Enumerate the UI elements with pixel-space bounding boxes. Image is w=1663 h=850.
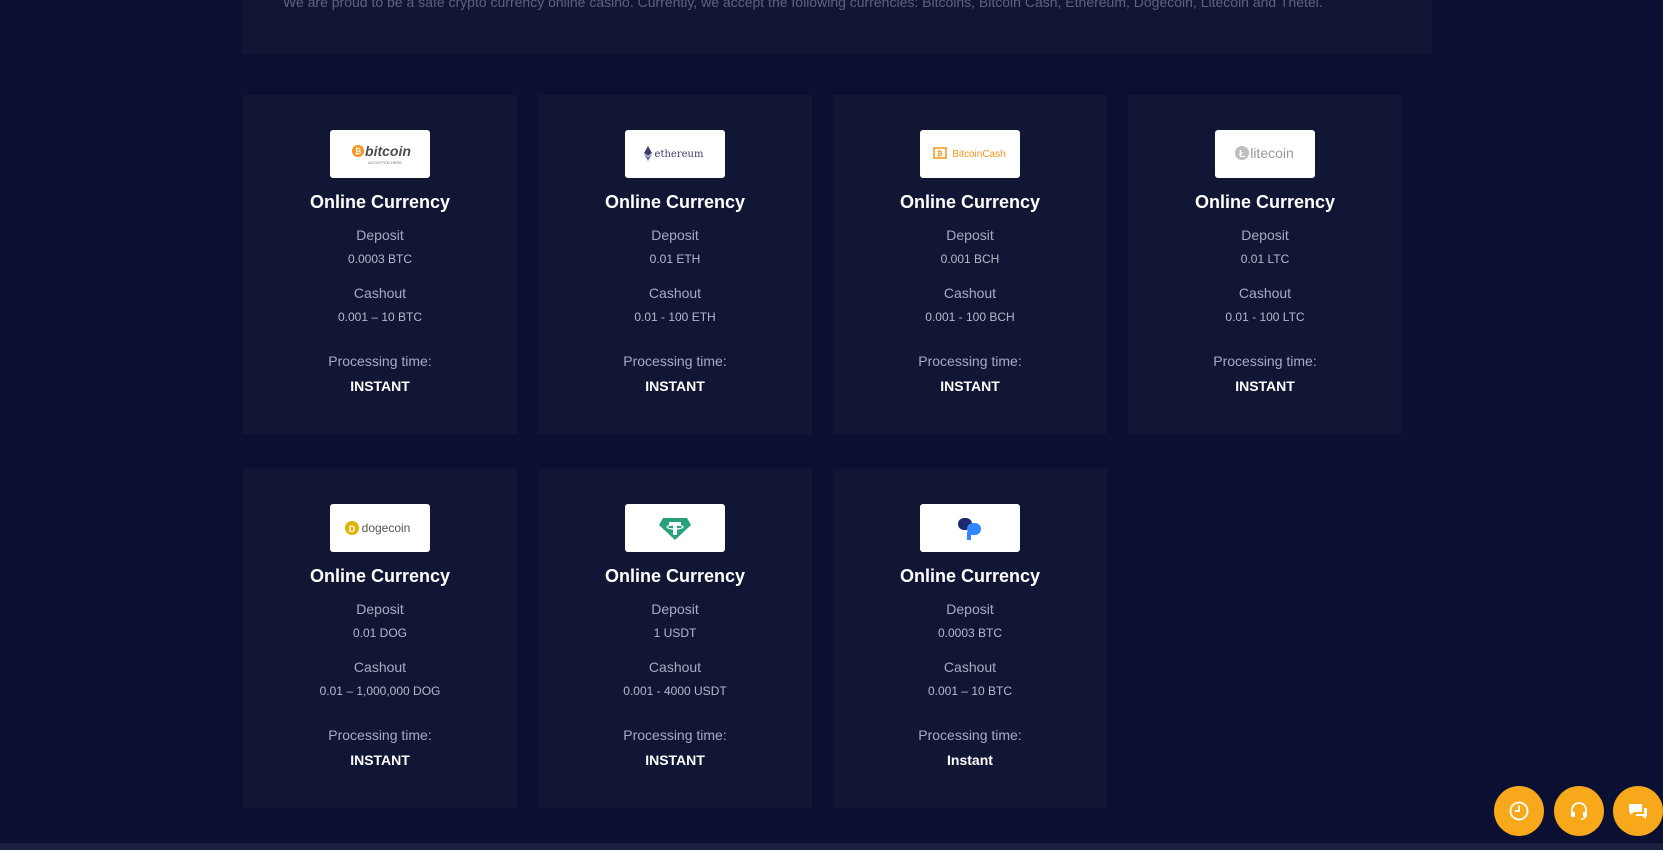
deposit-label: Deposit: [1241, 227, 1289, 243]
processing-time-value: INSTANT: [350, 752, 410, 768]
dogecoin-logo-text: dogecoin: [362, 521, 411, 535]
cashout-label: Cashout: [353, 285, 407, 301]
currency-card-tether: Online Currency Deposit 1 USDT Cashout 0…: [538, 469, 812, 808]
history-button[interactable]: [1494, 786, 1544, 836]
tether-logo: [625, 504, 725, 552]
bitcoin-logo-text: bitcoin: [365, 143, 411, 159]
processing-time-label: Processing time:: [918, 727, 1022, 743]
dogecoin-logo: D dogecoin: [330, 504, 430, 552]
processing-time-value: Instant: [947, 752, 993, 768]
deposit-value: 0.01 ETH: [649, 252, 701, 266]
deposit-label: Deposit: [946, 601, 994, 617]
svg-text:₿: ₿: [355, 147, 362, 156]
cashout-value: 0.001 – 10 BTC: [337, 310, 423, 324]
processing-time-label: Processing time:: [328, 353, 432, 369]
deposit-label: Deposit: [946, 227, 994, 243]
cashout-label: Cashout: [1238, 285, 1292, 301]
cashout-label: Cashout: [943, 659, 997, 675]
svg-text:D: D: [349, 524, 356, 534]
dogecoin-icon: D dogecoin: [345, 521, 411, 535]
tether-icon: [659, 518, 691, 540]
coinspaid-logo: [920, 504, 1020, 552]
deposit-label: Deposit: [356, 601, 404, 617]
cashout-value: 0.01 - 100 ETH: [634, 310, 716, 324]
card-title: Online Currency: [309, 192, 451, 212]
bitcoin-logo-sub: ACCEPTED HERE: [368, 160, 402, 165]
deposit-value: 0.01 DOG: [352, 626, 408, 640]
bitcoin-cash-logo: ₿ BitcoinCash: [920, 130, 1020, 178]
chat-button[interactable]: [1613, 786, 1663, 836]
card-title: Online Currency: [1194, 192, 1336, 212]
intro-text: We are proud to be a safe crypto currenc…: [283, 0, 1323, 10]
card-title: Online Currency: [604, 566, 746, 586]
processing-time-value: INSTANT: [350, 378, 410, 394]
chat-icon: [1629, 804, 1647, 819]
processing-time-label: Processing time:: [328, 727, 432, 743]
deposit-value: 0.01 LTC: [1240, 252, 1290, 266]
bitcoin-icon: ₿ bitcoin ACCEPTED HERE: [352, 143, 411, 165]
card-title: Online Currency: [899, 192, 1041, 212]
currency-card-coinspaid: Online Currency Deposit 0.0003 BTC Casho…: [833, 469, 1107, 808]
svg-text:Ł: Ł: [1239, 149, 1245, 160]
deposit-value: 0.001 BCH: [940, 252, 1000, 266]
cashout-label: Cashout: [943, 285, 997, 301]
cashout-label: Cashout: [353, 659, 407, 675]
ethereum-icon: ethereum: [644, 146, 704, 161]
payment-methods-page: We are proud to be a safe crypto currenc…: [0, 0, 1663, 850]
processing-time-label: Processing time:: [918, 353, 1022, 369]
litecoin-logo: Ł litecoin: [1215, 130, 1315, 178]
processing-time-label: Processing time:: [623, 353, 727, 369]
bitcoin-logo: ₿ bitcoin ACCEPTED HERE: [330, 130, 430, 178]
cashout-value: 0.001 - 4000 USDT: [623, 684, 727, 698]
ethereum-logo-text: ethereum: [655, 149, 704, 160]
deposit-label: Deposit: [651, 227, 699, 243]
deposit-label: Deposit: [651, 601, 699, 617]
currency-card-bitcoin: ₿ bitcoin ACCEPTED HERE Online Currency …: [243, 95, 517, 434]
ethereum-logo: ethereum: [625, 130, 725, 178]
litecoin-logo-text: litecoin: [1250, 145, 1294, 161]
footer-strip: [0, 843, 1663, 850]
litecoin-icon: Ł litecoin: [1235, 145, 1294, 161]
bitcoin-cash-icon: ₿ BitcoinCash: [933, 147, 1006, 160]
card-title: Online Currency: [604, 192, 746, 212]
cashout-value: 0.001 – 10 BTC: [927, 684, 1013, 698]
cashout-value: 0.01 – 1,000,000 DOG: [319, 684, 441, 698]
cashout-label: Cashout: [648, 285, 702, 301]
bitcoin-cash-logo-text: BitcoinCash: [952, 149, 1005, 160]
deposit-value: 0.0003 BTC: [347, 252, 413, 266]
support-button[interactable]: [1554, 786, 1604, 836]
headset-icon: [1571, 802, 1587, 820]
processing-time-value: INSTANT: [645, 378, 705, 394]
coinspaid-icon: [958, 518, 981, 540]
card-title: Online Currency: [899, 566, 1041, 586]
cashout-value: 0.001 - 100 BCH: [925, 310, 1015, 324]
cashout-label: Cashout: [648, 659, 702, 675]
currency-card-dogecoin: D dogecoin Online Currency Deposit 0.01 …: [243, 469, 517, 808]
processing-time-value: INSTANT: [940, 378, 1000, 394]
deposit-value: 1 USDT: [653, 626, 697, 640]
deposit-label: Deposit: [356, 227, 404, 243]
processing-time-value: INSTANT: [1235, 378, 1295, 394]
svg-text:₿: ₿: [937, 150, 943, 158]
cashout-value: 0.01 - 100 LTC: [1225, 310, 1305, 324]
currency-card-ethereum: ethereum Online Currency Deposit 0.01 ET…: [538, 95, 812, 434]
processing-time-value: INSTANT: [645, 752, 705, 768]
currency-card-bitcoin-cash: ₿ BitcoinCash Online Currency Deposit 0.…: [833, 95, 1107, 434]
card-title: Online Currency: [309, 566, 451, 586]
currency-card-litecoin: Ł litecoin Online Currency Deposit 0.01 …: [1128, 95, 1402, 434]
processing-time-label: Processing time:: [1213, 353, 1317, 369]
deposit-value: 0.0003 BTC: [937, 626, 1003, 640]
processing-time-label: Processing time:: [623, 727, 727, 743]
clock-icon: [1509, 801, 1529, 821]
